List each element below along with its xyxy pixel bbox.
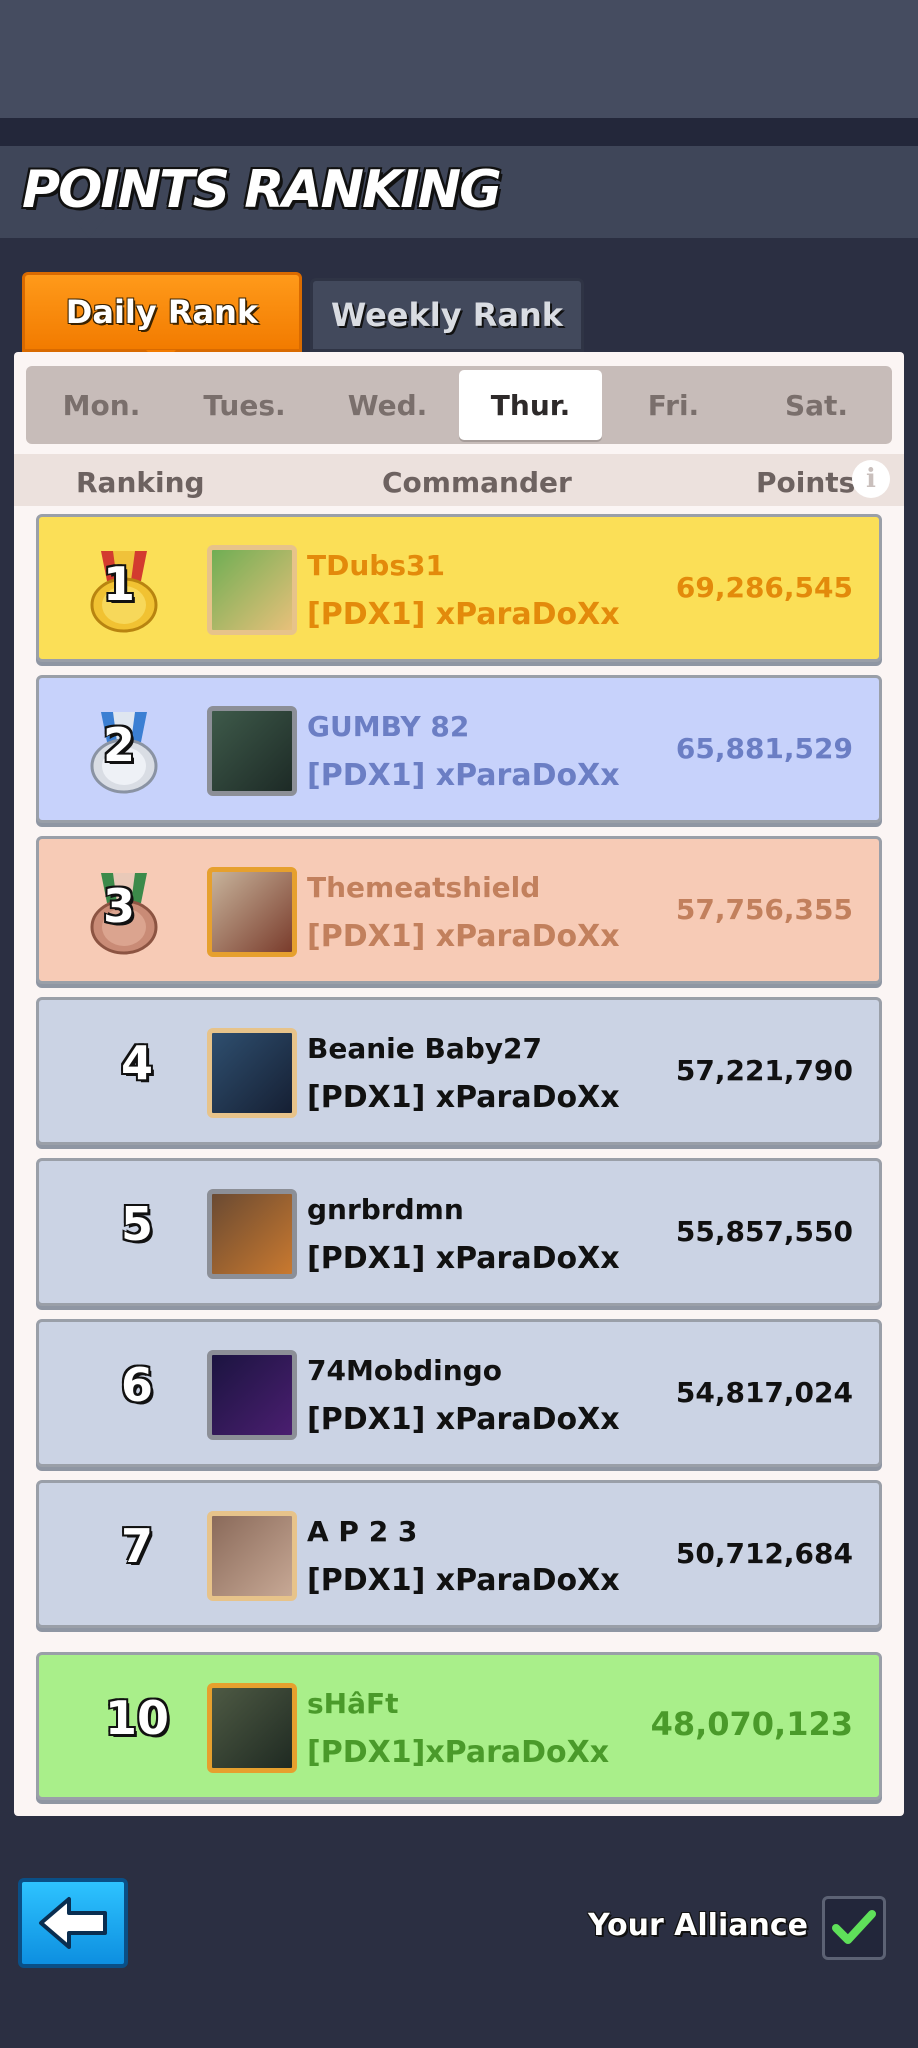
rank-number: 4 <box>120 1036 153 1090</box>
alliance-name: [PDX1] xParaDoXx <box>307 1402 620 1437</box>
avatar[interactable] <box>207 1028 297 1118</box>
tab-daily-rank[interactable]: Daily Rank <box>22 272 302 352</box>
avatar[interactable] <box>207 1683 297 1773</box>
points-value: 50,712,684 <box>675 1537 853 1570</box>
tab-weekly-rank[interactable]: Weekly Rank <box>310 278 584 352</box>
commander-name: 74Mobdingo <box>307 1354 502 1387</box>
commander-name: Themeatshield <box>307 871 541 904</box>
avatar[interactable] <box>207 706 297 796</box>
avatar[interactable] <box>207 545 297 635</box>
points-value: 57,756,355 <box>675 893 853 926</box>
ranking-row-7[interactable]: 7 A P 2 3 [PDX1] xParaDoXx 50,712,684 <box>36 1480 882 1628</box>
rank-number: 1 <box>102 557 135 611</box>
own-ranking-row[interactable]: 10 sHâFt [PDX1]xParaDoXx 48,070,123 <box>36 1652 882 1800</box>
commander-name: gnrbrdmn <box>307 1193 464 1226</box>
alliance-name: [PDX1] xParaDoXx <box>307 758 620 793</box>
ranking-row-2[interactable]: 2 GUMBY 82 [PDX1] xParaDoXx 65,881,529 <box>36 675 882 823</box>
avatar[interactable] <box>207 1350 297 1440</box>
column-points: Points <box>756 466 856 499</box>
alliance-name: [PDX1] xParaDoXx <box>307 1241 620 1276</box>
ranking-row-4[interactable]: 4 Beanie Baby27 [PDX1] xParaDoXx 57,221,… <box>36 997 882 1145</box>
your-alliance-checkbox[interactable] <box>822 1896 886 1960</box>
back-button[interactable] <box>18 1878 128 1968</box>
ranking-row-5[interactable]: 5 gnrbrdmn [PDX1] xParaDoXx 55,857,550 <box>36 1158 882 1306</box>
rank-number: 10 <box>104 1691 169 1745</box>
day-tab-tues[interactable]: Tues. <box>173 370 316 440</box>
points-value: 54,817,024 <box>675 1376 853 1409</box>
day-tab-wed[interactable]: Wed. <box>316 370 459 440</box>
rank-number: 5 <box>120 1197 153 1251</box>
points-value: 57,221,790 <box>675 1054 853 1087</box>
column-commander: Commander <box>382 466 572 499</box>
rank-number: 3 <box>102 879 135 933</box>
rank-number: 7 <box>120 1519 153 1573</box>
commander-name: TDubs31 <box>307 549 445 582</box>
top-divider <box>0 118 918 146</box>
points-value: 48,070,123 <box>650 1705 853 1743</box>
your-alliance-label: Your Alliance <box>588 1908 808 1943</box>
day-selector: Mon. Tues. Wed. Thur. Fri. Sat. <box>26 366 892 444</box>
ranking-row-6[interactable]: 6 74Mobdingo [PDX1] xParaDoXx 54,817,024 <box>36 1319 882 1467</box>
alliance-name: [PDX1]xParaDoXx <box>307 1735 610 1770</box>
ranking-row-3[interactable]: 3 Themeatshield [PDX1] xParaDoXx 57,756,… <box>36 836 882 984</box>
commander-name: GUMBY 82 <box>307 710 470 743</box>
day-tab-mon[interactable]: Mon. <box>30 370 173 440</box>
day-tab-sat[interactable]: Sat. <box>745 370 888 440</box>
points-value: 65,881,529 <box>675 732 853 765</box>
avatar[interactable] <box>207 1511 297 1601</box>
ranking-row-1[interactable]: 1 TDubs31 [PDX1] xParaDoXx 69,286,545 <box>36 514 882 662</box>
alliance-name: [PDX1] xParaDoXx <box>307 1563 620 1598</box>
alliance-name: [PDX1] xParaDoXx <box>307 597 620 632</box>
avatar[interactable] <box>207 867 297 957</box>
checkmark-icon <box>832 1910 876 1944</box>
alliance-name: [PDX1] xParaDoXx <box>307 919 620 954</box>
commander-name: A P 2 3 <box>307 1515 418 1548</box>
top-band <box>0 0 918 118</box>
points-value: 69,286,545 <box>675 571 853 604</box>
points-value: 55,857,550 <box>675 1215 853 1248</box>
info-icon[interactable]: i <box>852 460 890 498</box>
rank-number: 6 <box>120 1358 153 1412</box>
day-tab-fri[interactable]: Fri. <box>602 370 745 440</box>
column-ranking: Ranking <box>76 466 205 499</box>
commander-name: Beanie Baby27 <box>307 1032 542 1065</box>
day-tab-thur[interactable]: Thur. <box>459 370 602 440</box>
back-arrow-icon <box>39 1897 107 1949</box>
avatar[interactable] <box>207 1189 297 1279</box>
alliance-name: [PDX1] xParaDoXx <box>307 1080 620 1115</box>
rank-number: 2 <box>102 718 135 772</box>
commander-name: sHâFt <box>307 1687 399 1720</box>
page-title: POINTS RANKING <box>22 160 502 220</box>
column-header: Ranking Commander Points <box>14 454 904 506</box>
